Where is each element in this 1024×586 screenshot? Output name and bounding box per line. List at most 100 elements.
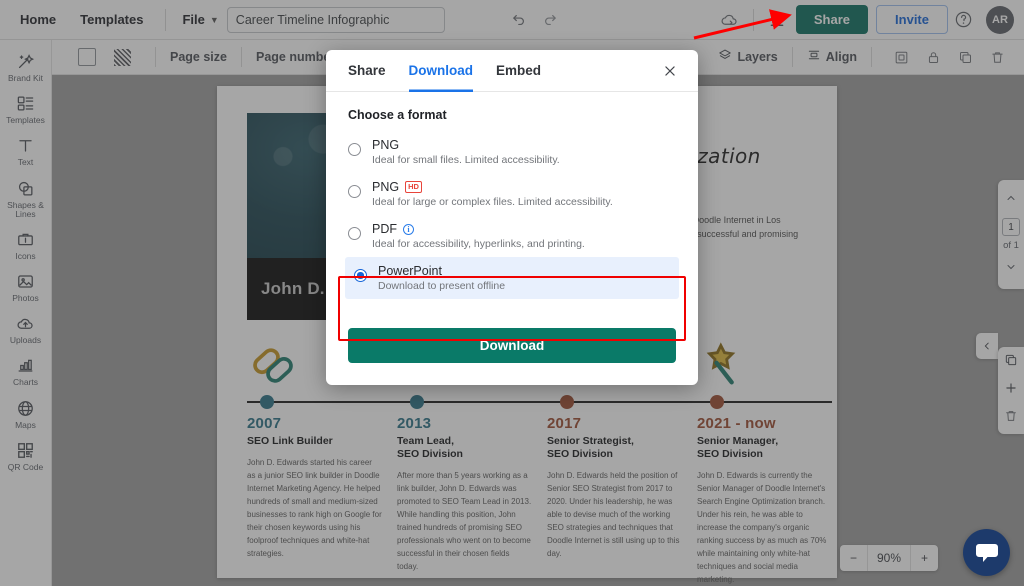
toolbar-divider-3 — [791, 47, 793, 67]
magic-wand-icon — [16, 52, 35, 71]
invite-button[interactable]: Invite — [876, 5, 948, 34]
total-pages-label: of 1 — [1003, 240, 1019, 251]
sidebar-item-photos[interactable]: Photos — [0, 266, 52, 308]
timeline-marker — [397, 391, 547, 413]
file-menu[interactable]: File ▼ — [174, 6, 226, 33]
sidebar-item-label: Maps — [15, 419, 36, 430]
sidebar-item-brand-kit[interactable]: Brand Kit — [0, 46, 52, 88]
sidebar-item-qr-code[interactable]: QR Code — [0, 435, 52, 477]
timeline-year: 2013 — [397, 415, 432, 432]
format-option-desc: Ideal for large or complex files. Limite… — [372, 196, 613, 208]
timeline-role: SEO Link Builder — [247, 435, 333, 447]
radio-png-hd[interactable] — [348, 185, 361, 198]
sidebar-item-icons[interactable]: Icons — [0, 224, 52, 266]
format-option-label-row: PDF i — [372, 222, 585, 236]
timeline-description: John D. Edwards started his career as a … — [247, 458, 382, 558]
sidebar-item-templates[interactable]: Templates — [0, 88, 52, 130]
share-download-modal[interactable]: Share Download Embed Choose a format PNG… — [326, 50, 698, 385]
page-actions — [998, 347, 1024, 434]
zoom-in-button[interactable]: + — [911, 545, 938, 571]
format-option-label: PDF — [372, 222, 397, 236]
align-button[interactable]: Align — [807, 48, 857, 67]
format-option-desc: Download to present offline — [378, 280, 506, 292]
tab-share[interactable]: Share — [348, 50, 386, 92]
tab-embed[interactable]: Embed — [496, 50, 541, 92]
tab-download[interactable]: Download — [409, 50, 474, 92]
nav-home[interactable]: Home — [10, 6, 66, 33]
redo-icon[interactable] — [535, 5, 565, 35]
zoom-control: − 90% + — [840, 545, 938, 571]
delete-page-icon[interactable] — [1004, 409, 1018, 428]
sidebar-item-label: Shapes & Lines — [7, 199, 44, 219]
chevron-down-icon[interactable] — [1005, 255, 1017, 283]
trash-icon[interactable] — [982, 42, 1012, 72]
collapse-panel-button[interactable] — [976, 333, 998, 359]
sidebar-item-label: Uploads — [9, 335, 42, 346]
lock-icon[interactable] — [918, 42, 948, 72]
format-option-label: PNG — [372, 180, 400, 194]
format-option-label: PowerPoint — [378, 264, 442, 278]
page-number-button[interactable]: Page number — [256, 50, 335, 64]
duplicate-page-icon[interactable] — [1004, 353, 1018, 372]
add-page-icon[interactable] — [1004, 381, 1018, 400]
share-button[interactable]: Share — [795, 5, 869, 34]
format-option-pdf[interactable]: PDF i Ideal for accessibility, hyperlink… — [348, 215, 676, 257]
layers-icon — [718, 48, 732, 67]
chevron-up-icon[interactable] — [1005, 186, 1017, 214]
bar-chart-icon — [16, 356, 35, 375]
timeline-column[interactable]: 2021 - now Senior Manager, SEO Division … — [697, 329, 832, 586]
shapes-icon — [16, 179, 35, 198]
format-option-png[interactable]: PNG Ideal for small files. Limited acces… — [348, 131, 676, 173]
sidebar-item-uploads[interactable]: Uploads — [0, 308, 52, 350]
layers-button[interactable]: Layers — [718, 48, 778, 67]
document-title-input[interactable] — [226, 6, 445, 33]
current-page-number[interactable]: 1 — [1002, 218, 1020, 236]
timeline-year: 2017 — [547, 415, 582, 432]
timeline-role: Team Lead, SEO Division — [397, 435, 463, 461]
download-button[interactable]: Download — [348, 328, 676, 363]
format-option-powerpoint[interactable]: PowerPoint Download to present offline — [345, 257, 679, 299]
radio-powerpoint[interactable] — [354, 269, 367, 282]
chat-bubble-icon[interactable] — [963, 529, 1010, 576]
pattern-swatch-icon[interactable] — [114, 48, 131, 66]
radio-pdf[interactable] — [348, 227, 361, 240]
undo-icon[interactable] — [505, 5, 535, 35]
close-icon[interactable] — [660, 61, 680, 81]
timeline-role: Senior Manager, SEO Division — [697, 435, 779, 461]
format-option-label-row: PNG HD — [372, 180, 613, 194]
layers-label: Layers — [737, 50, 778, 64]
magic-wand-star-icon — [697, 329, 832, 391]
info-icon[interactable]: i — [403, 223, 414, 235]
background-color-swatch[interactable] — [78, 48, 96, 66]
timeline-marker — [697, 391, 832, 413]
toolbar-divider-2 — [240, 47, 242, 67]
sidebar-item-shapes-lines[interactable]: Shapes & Lines — [0, 173, 52, 224]
sidebar-item-text[interactable]: Text — [0, 130, 52, 172]
sidebar-item-label: Photos — [12, 293, 39, 304]
cloud-sync-icon[interactable] — [715, 5, 745, 35]
radio-png[interactable] — [348, 143, 361, 156]
modal-body: Choose a format PNG Ideal for small file… — [326, 92, 698, 299]
user-avatar[interactable]: AR — [986, 5, 1014, 34]
photo-icon — [16, 272, 35, 291]
timeline-marker — [547, 391, 697, 413]
choose-format-heading: Choose a format — [348, 108, 447, 122]
position-icon[interactable] — [886, 42, 916, 72]
duplicate-icon[interactable] — [950, 42, 980, 72]
sidebar-item-charts[interactable]: Charts — [0, 350, 52, 392]
timeline-description: John D. Edwards is currently the Senior … — [697, 471, 827, 584]
format-option-png-hd[interactable]: PNG HD Ideal for large or complex files.… — [348, 173, 676, 215]
download-icon[interactable] — [762, 5, 792, 35]
icons-icon — [16, 230, 35, 249]
zoom-value[interactable]: 90% — [867, 545, 911, 571]
sidebar-item-maps[interactable]: Maps — [0, 393, 52, 435]
toolbar-divider-4 — [871, 47, 872, 67]
hd-badge: HD — [405, 181, 422, 193]
timeline-year: 2007 — [247, 415, 282, 432]
timeline-role: Senior Strategist, SEO Division — [547, 435, 634, 461]
nav-templates[interactable]: Templates — [70, 6, 153, 33]
sidebar-item-label: Templates — [6, 115, 45, 126]
help-icon[interactable] — [948, 5, 978, 35]
page-size-button[interactable]: Page size — [170, 50, 227, 64]
zoom-out-button[interactable]: − — [840, 545, 867, 571]
